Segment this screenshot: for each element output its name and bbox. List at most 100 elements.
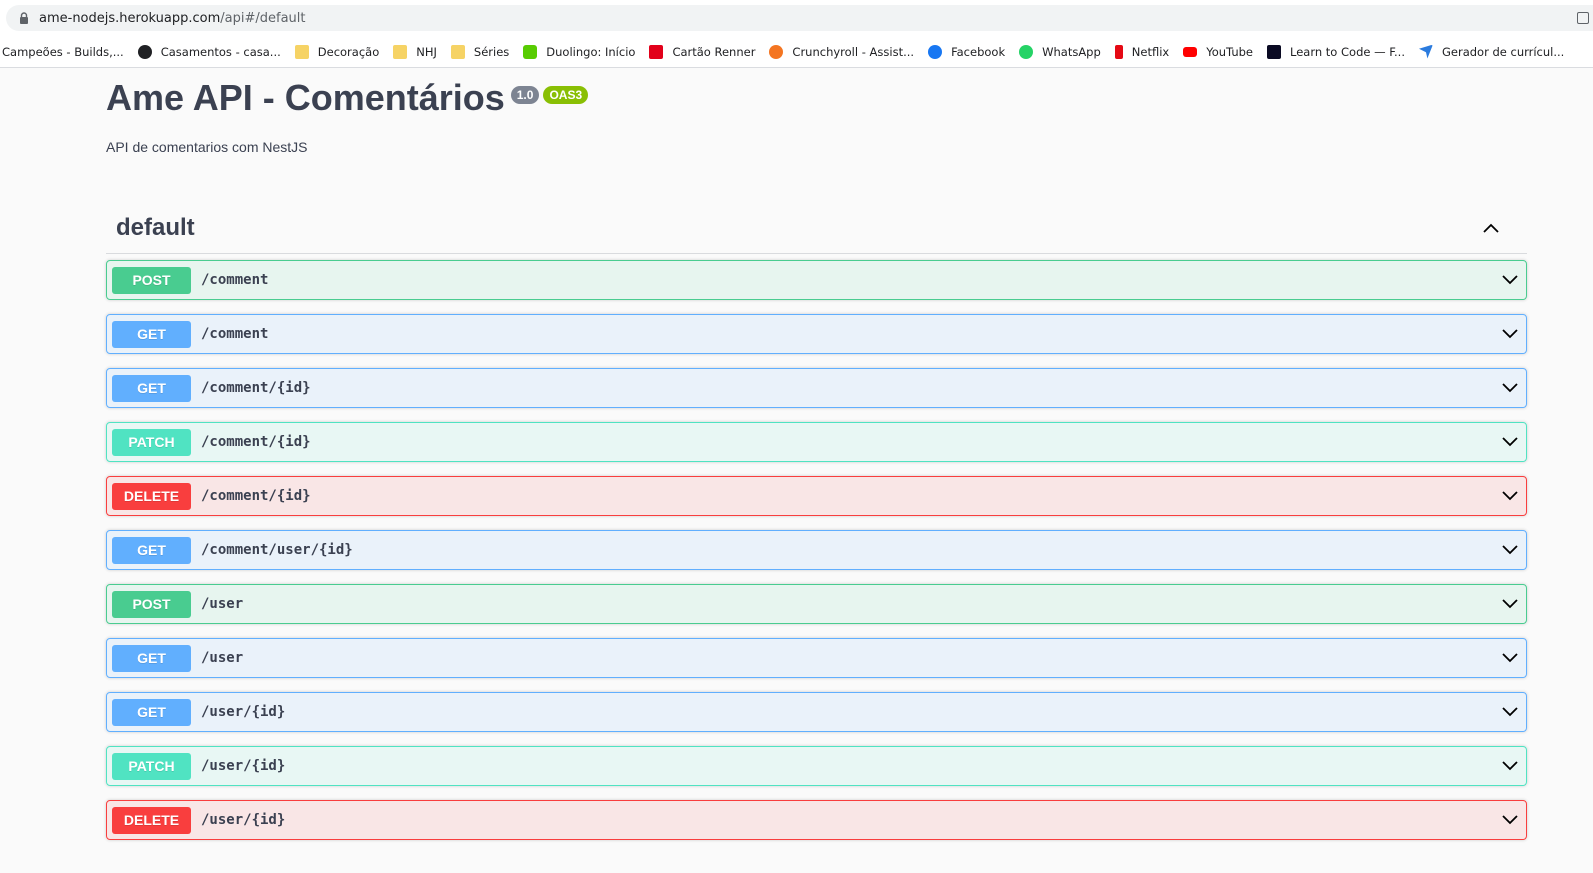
operation-patch[interactable]: PATCH/comment/{id}	[106, 422, 1527, 462]
url-field[interactable]: ame-nodejs.herokuapp.com/api#/default	[6, 5, 1593, 31]
operation-patch[interactable]: PATCH/user/{id}	[106, 746, 1527, 786]
renner-icon	[649, 44, 664, 59]
method-badge[interactable]: PATCH	[112, 428, 191, 456]
method-badge[interactable]: PATCH	[112, 752, 191, 780]
operation-post[interactable]: POST/user	[106, 584, 1527, 624]
bookmark-label: Facebook	[951, 44, 1006, 59]
chevron-down-icon[interactable]	[1500, 378, 1520, 398]
method-badge[interactable]: GET	[112, 320, 191, 348]
operation-path[interactable]: /user/{id}	[201, 758, 285, 774]
operation-path[interactable]: /user/{id}	[201, 704, 285, 720]
whatsapp-icon	[1019, 44, 1034, 59]
youtube-icon	[1183, 46, 1198, 57]
chevron-up-icon[interactable]	[1481, 218, 1501, 238]
operation-get[interactable]: GET/user/{id}	[106, 692, 1527, 732]
bookmark-label: Crunchyroll - Assist...	[792, 44, 915, 59]
page-title: Ame API - Comentários	[106, 77, 505, 118]
facebook-icon	[928, 44, 943, 59]
folder-icon	[450, 44, 465, 59]
bookmark-label: Decoração	[317, 44, 380, 59]
operation-path[interactable]: /user	[201, 596, 243, 612]
chevron-down-icon[interactable]	[1500, 702, 1520, 722]
operation-path[interactable]: /comment/{id}	[201, 380, 311, 396]
bookmark-label: Learn to Code — F...	[1290, 44, 1405, 59]
operation-get[interactable]: GET/user	[106, 638, 1527, 678]
bookmark-label: NHJ	[416, 44, 437, 59]
bookmark-item[interactable]: YouTube	[1177, 40, 1261, 64]
operation-get[interactable]: GET/comment/{id}	[106, 368, 1527, 408]
oas-badge: OAS3	[543, 86, 589, 104]
operation-post[interactable]: POST/comment	[106, 260, 1527, 300]
version-badge: 1.0	[510, 86, 540, 104]
method-badge[interactable]: GET	[112, 644, 191, 672]
chevron-down-icon[interactable]	[1500, 594, 1520, 614]
chevron-down-icon[interactable]	[1500, 270, 1520, 290]
title-row: Ame API - Comentários 1.0 OAS3	[106, 76, 589, 120]
operation-get[interactable]: GET/comment/user/{id}	[106, 530, 1527, 570]
bookmark-item[interactable]: Facebook	[922, 40, 1013, 64]
bookmark-label: WhatsApp	[1042, 44, 1101, 59]
chevron-down-icon[interactable]	[1500, 648, 1520, 668]
crunchyroll-icon	[769, 44, 784, 59]
operation-get[interactable]: GET/comment	[106, 314, 1527, 354]
bookmark-label: Séries	[473, 44, 510, 59]
operation-path[interactable]: /comment	[201, 326, 268, 342]
bookmark-label: Cartão Renner	[672, 44, 756, 59]
section-name: default	[116, 214, 195, 241]
freecodecamp-icon	[1267, 44, 1281, 59]
bookmark-item[interactable]: Crunchyroll - Assist...	[763, 40, 922, 64]
bookmarks-bar: Campeões - Builds,... Casamentos - casa..…	[0, 36, 1593, 68]
method-badge[interactable]: GET	[112, 536, 191, 564]
method-badge[interactable]: GET	[112, 374, 191, 402]
globe-icon	[137, 44, 152, 59]
bookmark-item[interactable]: Séries	[445, 40, 517, 64]
netflix-icon	[1114, 44, 1123, 59]
method-badge[interactable]: DELETE	[112, 806, 191, 834]
operation-path[interactable]: /user	[201, 650, 243, 666]
url-text[interactable]: ame-nodejs.herokuapp.com/api#/default	[39, 11, 306, 26]
chevron-down-icon[interactable]	[1500, 810, 1520, 830]
url-path: /api#/default	[220, 11, 306, 26]
bookmark-label: Gerador de currícul...	[1441, 44, 1565, 59]
operation-path[interactable]: /user/{id}	[201, 812, 285, 828]
bookmark-label: Netflix	[1131, 44, 1170, 59]
bookmark-item[interactable]: Campeões - Builds,...	[2, 40, 132, 64]
bookmark-label: Casamentos - casa...	[160, 44, 281, 59]
operation-path[interactable]: /comment/user/{id}	[201, 542, 353, 558]
share-icon[interactable]	[1577, 12, 1589, 24]
bookmark-item[interactable]: Gerador de currícul...	[1413, 40, 1572, 64]
api-description: API de comentarios com NestJS	[106, 139, 308, 155]
chevron-down-icon[interactable]	[1500, 756, 1520, 776]
method-badge[interactable]: POST	[112, 266, 191, 294]
address-bar: ame-nodejs.herokuapp.com/api#/default	[0, 0, 1593, 36]
operation-path[interactable]: /comment	[201, 272, 268, 288]
operation-delete[interactable]: DELETE/comment/{id}	[106, 476, 1527, 516]
operation-path[interactable]: /comment/{id}	[201, 434, 311, 450]
bookmark-item[interactable]: Netflix	[1109, 40, 1177, 64]
bookmark-item[interactable]: Casamentos - casa...	[132, 40, 289, 64]
operation-delete[interactable]: DELETE/user/{id}	[106, 800, 1527, 840]
duolingo-icon	[523, 44, 538, 59]
bookmark-item[interactable]: Duolingo: Início	[517, 40, 643, 64]
bookmark-item[interactable]: Learn to Code — F...	[1261, 40, 1413, 64]
chevron-down-icon[interactable]	[1500, 486, 1520, 506]
bookmark-item[interactable]: WhatsApp	[1013, 40, 1109, 64]
operation-path[interactable]: /comment/{id}	[201, 488, 311, 504]
chevron-down-icon[interactable]	[1500, 540, 1520, 560]
method-badge[interactable]: POST	[112, 590, 191, 618]
bookmark-item[interactable]: NHJ	[387, 40, 445, 64]
url-host: ame-nodejs.herokuapp.com	[39, 11, 221, 26]
method-badge[interactable]: GET	[112, 698, 191, 726]
bookmark-item[interactable]: Decoração	[289, 40, 387, 64]
lock-icon[interactable]	[18, 12, 30, 24]
bookmark-label: Duolingo: Início	[546, 44, 636, 59]
chevron-down-icon[interactable]	[1500, 324, 1520, 344]
bookmark-item[interactable]: Cartão Renner	[643, 40, 763, 64]
section-header-default[interactable]: default	[106, 204, 1527, 254]
folder-icon	[294, 44, 309, 59]
folder-icon	[393, 44, 408, 59]
method-badge[interactable]: DELETE	[112, 482, 191, 510]
bookmark-label: Campeões - Builds,...	[2, 44, 124, 59]
chevron-down-icon[interactable]	[1500, 432, 1520, 452]
bookmark-label: YouTube	[1206, 44, 1253, 59]
